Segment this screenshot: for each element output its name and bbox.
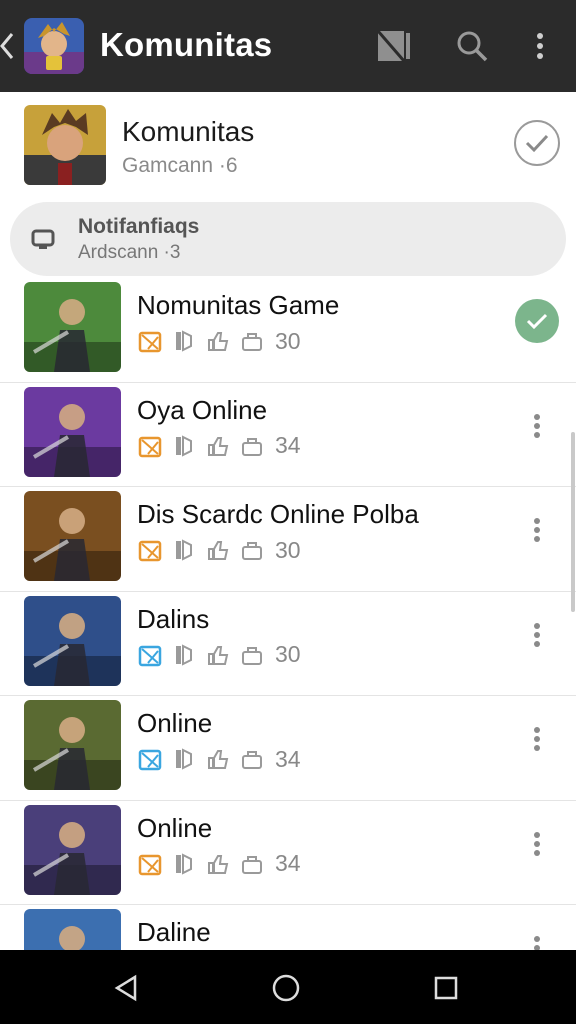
app-title: Komunitas — [100, 26, 273, 63]
game-art-icon — [24, 909, 121, 950]
game-art-icon — [24, 386, 121, 477]
game-count: 30 — [275, 536, 301, 563]
row-more-icon[interactable] — [514, 716, 560, 762]
nav-back-icon[interactable] — [108, 970, 144, 1006]
game-stats: 30 — [137, 641, 301, 668]
flag-icon — [171, 537, 197, 563]
category-badge-icon — [137, 433, 163, 459]
flag-icon — [171, 433, 197, 459]
thumb-icon — [205, 328, 231, 354]
game-stats: 34 — [137, 746, 301, 772]
game-title: Daline — [137, 917, 211, 947]
category-badge-icon — [137, 642, 163, 668]
game-stats: 34 — [137, 850, 301, 877]
game-count: 34 — [275, 850, 301, 876]
scrollbar[interactable] — [571, 432, 575, 612]
game-row[interactable]: Oya Online 34 — [0, 383, 576, 487]
game-art-icon — [24, 595, 121, 686]
bag-icon — [239, 746, 265, 772]
check-circle-outline-icon[interactable] — [514, 120, 560, 166]
nav-recents-icon[interactable] — [428, 970, 464, 1006]
game-title: Online — [137, 812, 213, 843]
thumb-icon — [205, 433, 231, 459]
bookmark-icon[interactable] — [374, 26, 414, 66]
back-arrow-icon[interactable] — [0, 28, 18, 64]
category-badge-icon — [137, 746, 163, 772]
notification-subtitle: Ardscann ·3 — [78, 242, 181, 263]
hero-portrait-icon — [24, 105, 106, 185]
category-badge-icon — [137, 328, 163, 354]
community-header-item[interactable]: Komunitas Gamcann ·6 — [0, 92, 576, 200]
game-count: 30 — [275, 641, 301, 667]
content-area: Komunitas Gamcann ·6 Notifanfiaqs Ardsca… — [0, 92, 576, 950]
game-row[interactable]: Dis Scardc Online Polba 30 — [0, 487, 576, 592]
flag-icon — [171, 642, 197, 668]
flag-icon — [171, 851, 197, 877]
bag-icon — [239, 642, 265, 668]
game-stats: 30 — [137, 328, 301, 354]
system-nav-bar — [0, 950, 576, 1024]
community-title: Komunitas — [122, 116, 255, 147]
chat-bubble-icon — [30, 226, 56, 252]
nav-home-icon[interactable] — [268, 970, 304, 1006]
game-title: Online — [137, 708, 213, 738]
game-title: Dalins — [137, 603, 210, 634]
game-row[interactable]: Online 34 — [0, 696, 576, 801]
bag-icon — [239, 328, 265, 354]
search-icon[interactable] — [452, 26, 492, 66]
game-row[interactable]: Online 34 — [0, 801, 576, 905]
community-subtitle: Gamcann ·6 — [122, 154, 238, 177]
game-art-icon — [24, 804, 121, 895]
game-row[interactable]: Daline — [0, 905, 576, 950]
bag-icon — [239, 537, 265, 563]
bag-icon — [239, 851, 265, 877]
game-count: 34 — [275, 432, 301, 458]
game-title: Oya Online — [137, 394, 268, 425]
game-title: Dis Scardc Online Polba — [137, 499, 419, 529]
selected-check-icon[interactable] — [514, 298, 560, 344]
app-bar: Komunitas — [0, 0, 576, 92]
row-more-icon[interactable] — [514, 925, 560, 950]
thumb-icon — [205, 642, 231, 668]
game-title: Nomunitas Game — [137, 290, 340, 320]
thumb-icon — [205, 746, 231, 772]
game-stats: 30 — [137, 537, 301, 563]
game-row[interactable]: Nomunitas Game 30 — [0, 278, 576, 383]
bag-icon — [239, 433, 265, 459]
hero-logo-icon — [24, 18, 84, 74]
flag-icon — [171, 328, 197, 354]
thumb-icon — [205, 537, 231, 563]
row-more-icon[interactable] — [514, 507, 560, 553]
category-badge-icon — [137, 537, 163, 563]
more-vert-icon[interactable] — [520, 26, 560, 66]
thumb-icon — [205, 851, 231, 877]
game-count: 30 — [275, 327, 301, 354]
game-art-icon — [24, 491, 121, 581]
flag-icon — [171, 746, 197, 772]
notification-title: Notifanfiaqs — [78, 215, 200, 238]
game-art-icon — [24, 700, 121, 790]
game-art-icon — [24, 282, 121, 372]
game-stats: 34 — [137, 432, 301, 459]
row-more-icon[interactable] — [514, 612, 560, 658]
game-row[interactable]: Dalins 30 — [0, 592, 576, 696]
game-count: 34 — [275, 745, 301, 772]
row-more-icon[interactable] — [514, 821, 560, 867]
game-list: Nomunitas Game 30 Oya Online 34 Dis Scardc O… — [0, 278, 576, 950]
category-badge-icon — [137, 851, 163, 877]
row-more-icon[interactable] — [514, 403, 560, 449]
notification-pill[interactable]: Notifanfiaqs Ardscann ·3 — [10, 202, 566, 276]
